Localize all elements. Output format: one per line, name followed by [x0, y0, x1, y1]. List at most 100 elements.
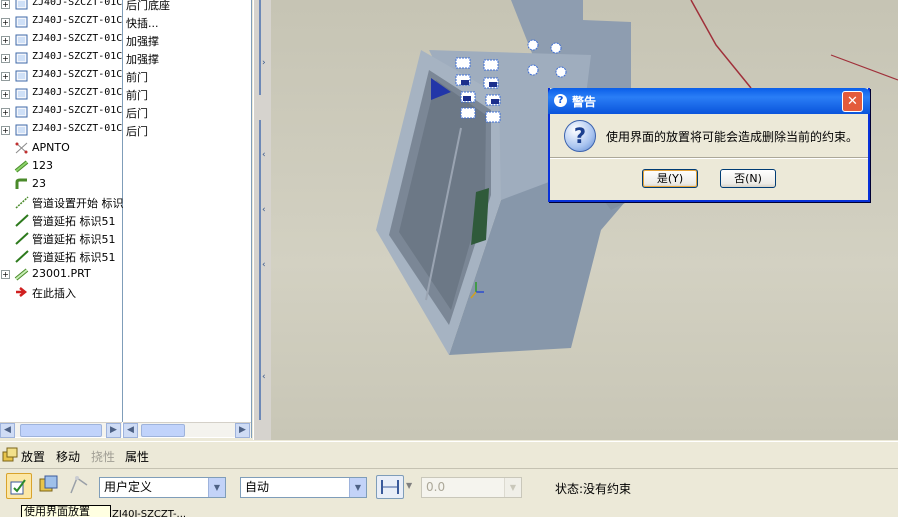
question-icon: ?	[564, 120, 596, 152]
expand-icon[interactable]: +	[1, 72, 10, 81]
scroll-left-button[interactable]: ◀	[0, 423, 15, 438]
tree-item-name: ZJ40J-SZCZT-01C	[32, 33, 122, 44]
tree-row[interactable]: + ZJ40J-SZCZT-01C 前门	[0, 85, 250, 103]
pipe-start-icon	[14, 195, 30, 209]
connect-button[interactable]	[67, 473, 93, 499]
splitter-grip	[259, 0, 261, 95]
scroll-left-button[interactable]: ◀	[123, 423, 138, 438]
tree-item-name: 管道延拓 标识51	[32, 215, 116, 228]
expand-icon[interactable]: +	[1, 126, 10, 135]
pipe-icon	[14, 159, 30, 173]
tree-item-name: 管道延拓 标识51	[32, 233, 116, 246]
offset-type-button[interactable]	[376, 475, 404, 499]
expand-icon[interactable]: +	[1, 270, 10, 279]
tab-flexibility: 挠性	[91, 450, 116, 464]
cabinet-model	[376, 0, 898, 355]
splitter-grip	[259, 120, 261, 420]
no-button[interactable]: 否(N)	[720, 169, 776, 188]
user-interface-placement-button[interactable]	[6, 473, 32, 499]
tree-item-name: ZJ40J-SZCZT-01C	[32, 0, 122, 8]
yes-button[interactable]: 是(Y)	[642, 169, 698, 188]
app-window: + ZJ40J-SZCZT-01C 后门底座 + ZJ40J-SZCZT-01C 快插..…	[0, 0, 898, 517]
tree-item-name: ZJ40J-SZCZT-01C	[32, 87, 122, 98]
tree-row[interactable]: 管道延拓 标识51	[0, 211, 250, 229]
expand-icon[interactable]: +	[1, 36, 10, 45]
part-icon	[14, 105, 30, 119]
expand-icon[interactable]: +	[1, 18, 10, 27]
part-icon	[14, 15, 30, 29]
expand-icon[interactable]: +	[1, 90, 10, 99]
collapse-arrow-icon[interactable]: ‹	[262, 372, 266, 382]
tree-row[interactable]: 123	[0, 157, 250, 175]
scroll-right-button[interactable]: ▶	[235, 423, 250, 438]
placement-icon	[2, 447, 18, 462]
dashboard-tabs: 放置 移动 挠性 属性	[0, 441, 898, 467]
tree-row[interactable]: + ZJ40J-SZCZT-01C 后门底座	[0, 0, 250, 13]
tree-item-name: 管道设置开始 标识	[32, 197, 124, 210]
tab-properties[interactable]: 属性	[125, 448, 149, 465]
dialog-separator	[550, 157, 868, 159]
warning-dialog: ? 警告 ✕ ? 使用界面的放置将可能会造成删除当前的约束。 是(Y) 否(N)	[548, 88, 870, 202]
pipe-part-icon	[14, 267, 30, 281]
tree-row[interactable]: + ZJ40J-SZCZT-01C 后门	[0, 103, 250, 121]
tree-item-note: 前门	[126, 71, 148, 84]
pipe-extend-icon	[14, 213, 30, 227]
panel-splitter[interactable]: › ‹ ‹ ‹ ‹	[253, 0, 271, 440]
collapse-arrow-icon[interactable]: ‹	[262, 205, 266, 215]
collapse-arrow-icon[interactable]: ›	[262, 58, 266, 68]
tree-item-name: 123	[32, 159, 53, 172]
tree-row[interactable]: 管道设置开始 标识	[0, 193, 250, 211]
part-icon	[14, 51, 30, 65]
chevron-down-icon: ▼	[208, 478, 225, 497]
constraint-status: 状态:没有约束	[555, 482, 632, 496]
chevron-down-icon: ▼	[349, 478, 366, 497]
scroll-thumb[interactable]	[141, 424, 185, 437]
tree-item-name: 管道延拓 标识51	[32, 251, 116, 264]
tree-item-name: ZJ40J-SZCZT-01C	[32, 51, 122, 62]
component-placement-dashboard: 用户定义 ▼ 自动 ▼ ▼ 0.0 ▼ 状态:没有约束	[0, 468, 898, 504]
chevron-down-icon[interactable]: ▼	[406, 481, 412, 490]
constraint-type-value: 自动	[245, 480, 270, 494]
tree-row[interactable]: + ZJ40J-SZCZT-01C 加强撑	[0, 31, 250, 49]
tooltip: 使用界面放置	[21, 505, 111, 517]
pipe-bend-icon	[14, 177, 30, 191]
dialog-titlebar[interactable]: ? 警告 ✕	[548, 88, 870, 114]
constraint-set-select[interactable]: 用户定义 ▼	[99, 477, 226, 498]
tree-row[interactable]: APNTO	[0, 139, 250, 157]
tree-row[interactable]: 管道延拓 标识51	[0, 247, 250, 265]
tree-item-note: 加强撑	[126, 53, 159, 66]
collapse-arrow-icon[interactable]: ‹	[262, 150, 266, 160]
tree-row[interactable]: + ZJ40J-SZCZT-01C 快插...	[0, 13, 250, 31]
tree-item-name: ZJ40J-SZCZT-01C	[32, 15, 122, 26]
tree-row[interactable]: + ZJ40J-SZCZT-01C 加强撑	[0, 49, 250, 67]
tree-item-note: 后门底座	[126, 0, 170, 12]
constraint-type-select[interactable]: 自动 ▼	[240, 477, 367, 498]
tab-placement[interactable]: 放置	[21, 448, 45, 465]
tree-row[interactable]: 23	[0, 175, 250, 193]
tree-row[interactable]: +23001.PRT	[0, 265, 250, 283]
separate-window-button[interactable]	[36, 473, 62, 499]
tree-row[interactable]: 管道延拓 标识51	[0, 229, 250, 247]
part-icon	[14, 87, 30, 101]
tree-item-name: ZJ40J-SZCZT-01C	[32, 69, 122, 80]
expand-icon[interactable]: +	[1, 108, 10, 117]
scroll-thumb[interactable]	[20, 424, 102, 437]
part-icon	[14, 123, 30, 137]
model-tree: + ZJ40J-SZCZT-01C 后门底座 + ZJ40J-SZCZT-01C 快插..…	[0, 0, 252, 438]
graphics-viewport[interactable]	[271, 0, 898, 440]
part-icon	[14, 33, 30, 47]
tree-item-note: 快插...	[126, 17, 159, 30]
expand-icon[interactable]: +	[1, 0, 10, 9]
insert-arrow-icon	[14, 285, 30, 299]
tree-name-hscrollbar[interactable]: ◀ ▶	[0, 422, 122, 438]
scroll-right-button[interactable]: ▶	[106, 423, 121, 438]
tree-note-hscrollbar[interactable]: ◀ ▶	[123, 422, 251, 438]
close-button[interactable]: ✕	[842, 91, 863, 112]
collapse-arrow-icon[interactable]: ‹	[262, 260, 266, 270]
tab-move[interactable]: 移动	[56, 448, 80, 465]
expand-icon[interactable]: +	[1, 54, 10, 63]
tree-row[interactable]: + ZJ40J-SZCZT-01C 前门	[0, 67, 250, 85]
tree-row[interactable]: + ZJ40J-SZCZT-01C 后门	[0, 121, 250, 139]
pipe-extend-icon	[14, 249, 30, 263]
tree-row[interactable]: 在此插入	[0, 283, 250, 301]
